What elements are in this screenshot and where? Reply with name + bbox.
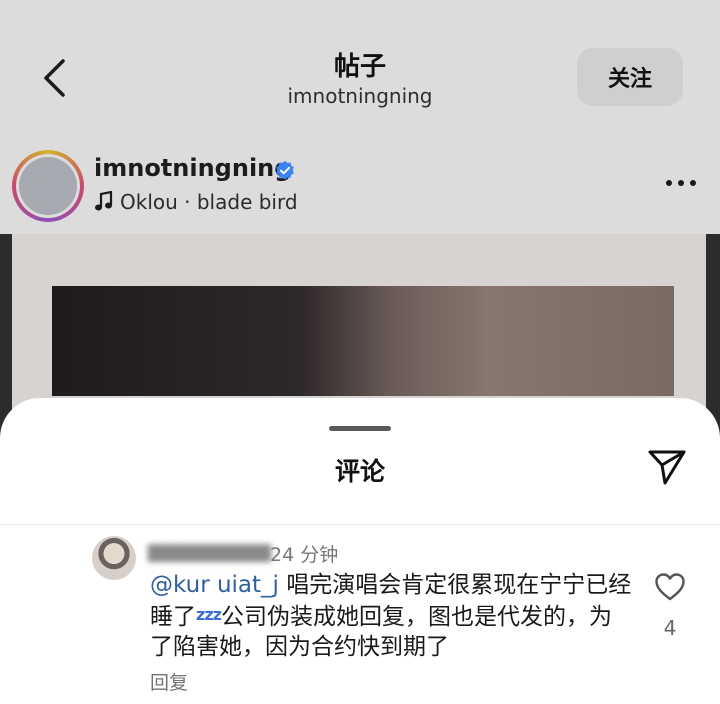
comments-sheet-title: 评论 bbox=[334, 457, 385, 486]
comment-mention[interactable]: @kur uiat_j bbox=[150, 572, 279, 598]
more-icon bbox=[666, 180, 696, 186]
comment-time: 24 分钟 bbox=[270, 544, 339, 566]
share-send-icon bbox=[648, 450, 686, 485]
like-button[interactable] bbox=[652, 570, 688, 604]
commenter-avatar[interactable] bbox=[92, 536, 136, 580]
music-attribution[interactable]: Oklou · blade bird bbox=[94, 190, 298, 214]
heart-icon bbox=[655, 573, 685, 601]
sheet-drag-handle[interactable] bbox=[329, 426, 391, 431]
reply-button[interactable]: 回复 bbox=[150, 668, 188, 695]
poster-avatar[interactable] bbox=[12, 150, 84, 222]
comment-text: @kur uiat_j 唱完演唱会肯定很累现在宁宁已经睡了zzz公司伪装成她回复… bbox=[150, 570, 632, 662]
music-note-icon bbox=[95, 191, 113, 211]
more-options-button[interactable] bbox=[662, 168, 700, 198]
sheet-divider bbox=[0, 524, 720, 525]
commenter-username-blurred[interactable]: ▆▆▆▆▆▆▆▆ bbox=[148, 538, 271, 562]
poster-username[interactable]: imnotningning bbox=[94, 154, 291, 182]
music-label: Oklou · blade bird bbox=[120, 190, 298, 214]
follow-button[interactable]: 关注 bbox=[577, 48, 683, 106]
post-photo[interactable] bbox=[52, 286, 674, 396]
verified-badge-icon bbox=[276, 160, 294, 180]
share-button[interactable] bbox=[644, 446, 690, 488]
like-count: 4 bbox=[663, 616, 677, 640]
sleeping-zzz-icon: zzz bbox=[196, 605, 222, 624]
